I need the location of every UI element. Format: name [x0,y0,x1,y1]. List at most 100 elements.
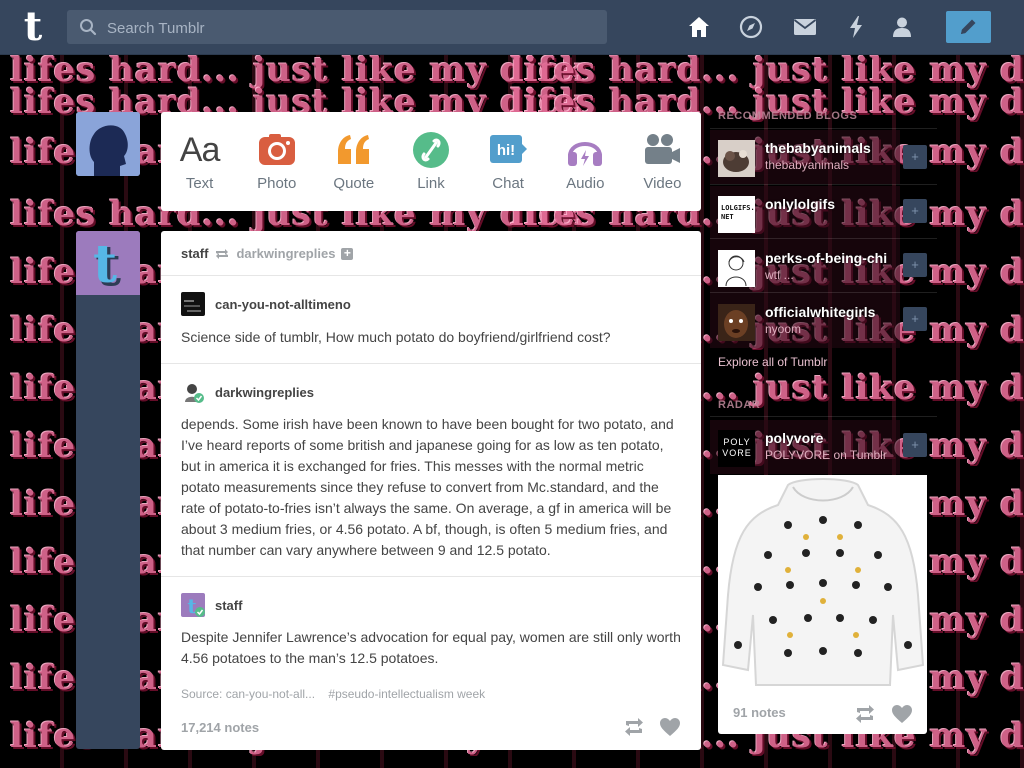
like-icon[interactable] [891,704,913,724]
follow-blog-button[interactable]: + [903,433,927,457]
compose-link-label: Link [417,175,445,192]
reblog-small-icon [216,248,229,259]
post-author-link[interactable]: staff [181,246,208,261]
activity-icon[interactable] [843,14,869,40]
recommended-heading: RECOMMENDED BLOGS [718,110,858,122]
post-header: staff darkwingreplies + [181,246,354,261]
reblog-icon[interactable] [854,704,876,724]
audio-icon [568,142,603,166]
compose-photo-button[interactable]: Photo [238,112,315,211]
reblog-icon[interactable] [623,717,645,737]
search-input[interactable] [105,10,599,46]
blog-name: perks-of-being-chi [765,250,888,266]
video-icon [645,134,681,164]
blog-name: officialwhitegirls [765,304,876,320]
explore-icon[interactable] [738,14,764,40]
search-bar[interactable] [67,10,607,46]
blog-avatar [718,250,755,287]
hoodie-image [718,475,927,700]
post-author-avatar[interactable]: t t [76,231,140,295]
tumblr-logo[interactable]: t [14,7,52,47]
sidebar-divider [710,128,937,129]
blog-name: onlylolgifs [765,196,835,212]
recommended-blog-item[interactable]: LOLGIFS. NET onlylolgifs [710,186,900,240]
quote-icon [337,135,369,164]
like-icon[interactable] [659,717,681,737]
account-icon[interactable] [889,14,915,40]
reblog-chain-header: darkwingreplies [181,380,314,404]
sketch-avatar-icon [718,250,755,287]
blog-avatar: POLY VORE [718,430,755,467]
compose-audio-label: Audio [566,175,605,192]
post-divider [161,576,701,577]
compose-quote-label: Quote [333,175,375,192]
chain-blog-name[interactable]: darkwingreplies [215,385,314,400]
compose-photo-label: Photo [257,175,297,192]
blog-avatar: LOLGIFS. NET [718,196,755,233]
post-author-column [76,231,140,749]
sidebar-divider [710,238,937,239]
chain-avatar[interactable]: t [181,593,205,617]
inbox-icon[interactable] [792,14,818,40]
svg-text:t: t [93,234,117,295]
compose-quote-button[interactable]: Quote [315,112,392,211]
radar-blog-item[interactable]: POLY VORE polyvore POLYVORE on Tumblr [710,420,900,474]
blog-avatar-icon [181,380,205,404]
blog-subtitle: POLYVORE on Tumblr [765,448,887,462]
top-bar: t [0,0,1024,55]
blog-name: polyvore [765,430,824,446]
lolgifs-avatar-text: LOLGIFS. NET [721,204,755,221]
chain-avatar[interactable] [181,292,205,316]
compose-button[interactable] [946,11,991,43]
silhouette-icon [76,112,140,176]
compose-chat-button[interactable]: hi! Chat [470,112,547,211]
post-divider [161,275,701,276]
explore-all-link[interactable]: Explore all of Tumblr [718,355,827,369]
follow-blog-button[interactable]: + [903,307,927,331]
polyvore-avatar-text: POLY VORE [722,437,752,458]
photo-icon [258,134,295,165]
radar-post[interactable]: 91 notes [718,475,927,734]
compose-link-button[interactable]: Link [392,112,469,211]
follow-plus-icon[interactable]: + [341,247,354,260]
chain-body: depends. Some irish have been known to h… [181,416,674,558]
chain-blog-name[interactable]: can-you-not-alltimeno [215,297,351,312]
compose-icon [961,19,976,34]
compose-video-button[interactable]: Video [624,112,701,211]
chain-avatar[interactable] [181,380,205,404]
link-icon [412,132,449,168]
dashboard-post: staff darkwingreplies + can-you-not-allt… [161,231,701,750]
post-meta: Source: can-you-not-all... #pseudo-intel… [181,687,485,701]
reblog-chain-header: t staff [181,593,242,617]
sidebar-divider [710,184,937,185]
home-icon[interactable] [686,14,712,40]
radar-notes-count[interactable]: 91 notes [733,705,786,720]
compose-audio-button[interactable]: Audio [547,112,624,211]
compose-text-button[interactable]: Aa Text [161,112,238,211]
chain-body: Science side of tumblr, How much potato … [181,329,611,345]
notes-count[interactable]: 17,214 notes [181,720,259,735]
staff-logo-icon: t [181,593,205,617]
recommended-blog-item[interactable]: officialwhitegirls nyoom [710,294,900,348]
blog-avatar [718,304,755,341]
compose-chat-label: Chat [492,175,524,192]
face-avatar-icon [718,304,755,341]
post-divider [161,363,701,364]
compose-text-label: Text [185,175,214,192]
user-avatar[interactable] [76,112,140,176]
radar-heading: RADAR [718,399,761,411]
sidebar-divider [710,416,937,417]
follow-blog-button[interactable]: + [903,253,927,277]
reblogged-from-link[interactable]: darkwingreplies [236,246,335,261]
recommended-blog-item[interactable]: perks-of-being-chi wtf ... [710,240,900,294]
post-tag[interactable]: #pseudo-intellectualism week [328,687,485,701]
follow-blog-button[interactable]: + [903,199,927,223]
chain-blog-name[interactable]: staff [215,598,242,613]
compose-video-label: Video [643,175,682,192]
follow-blog-button[interactable]: + [903,145,927,169]
blog-subtitle: wtf ... [765,268,794,282]
recommended-blog-item[interactable]: thebabyanimals thebabyanimals [710,130,900,184]
staff-logo-icon: t t [76,231,140,295]
post-source-link[interactable]: Source: can-you-not-all... [181,687,315,701]
animal-avatar-icon [718,140,755,177]
